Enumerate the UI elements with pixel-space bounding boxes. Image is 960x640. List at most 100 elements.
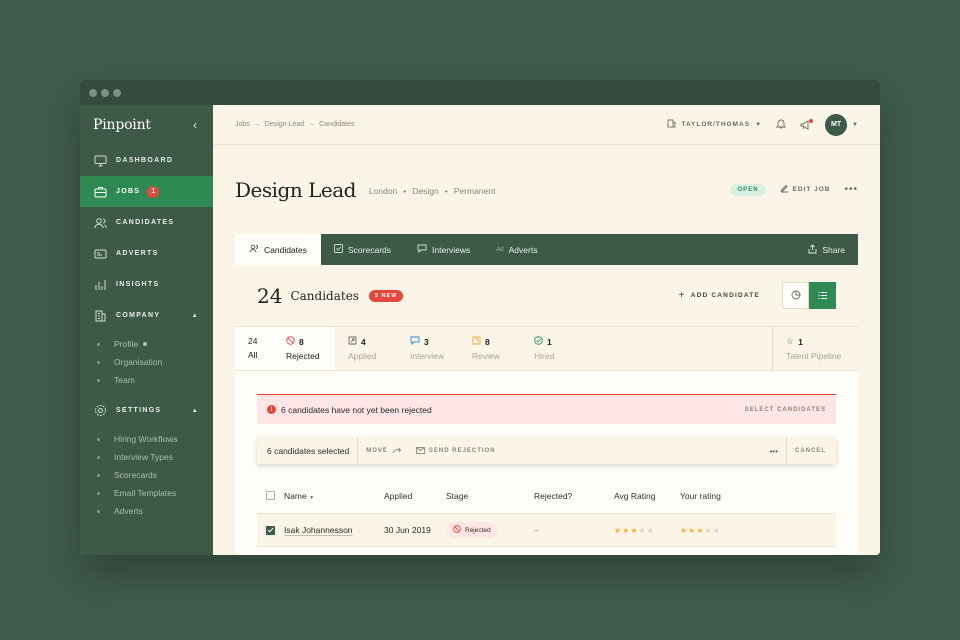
sidebar-item-label: INSIGHTS [116, 281, 160, 288]
bullet-icon [97, 455, 100, 459]
stage-interview[interactable]: 3 Interview [397, 327, 459, 370]
bullet-icon [97, 509, 100, 513]
user-menu[interactable]: MT ▼ [825, 113, 858, 136]
candidate-name-link[interactable]: Isak Johannesson [284, 525, 353, 535]
tab-adverts[interactable]: Ad Adverts [483, 234, 550, 265]
breadcrumb-design-lead[interactable]: Design Lead [265, 121, 304, 128]
tab-candidates[interactable]: Candidates [235, 234, 322, 265]
star-filled-icon: ★ [688, 526, 696, 535]
stage-all[interactable]: 24 All [235, 327, 273, 370]
add-candidate-button[interactable]: + ADD CANDIDATE [679, 290, 760, 301]
caret-up-icon: ▲ [191, 312, 199, 319]
tab-scorecards[interactable]: Scorecards [321, 234, 404, 265]
sidebar: Pinpoint ‹ DASHBOARD JOBS 1 CANDIDATES A… [80, 105, 213, 555]
sidebar-item-label: CANDIDATES [116, 219, 175, 226]
row-checkbox[interactable] [266, 525, 275, 535]
column-header-name[interactable]: Name ▼ [284, 491, 384, 501]
share-icon [808, 243, 817, 256]
topbar: Jobs → Design Lead → Candidates TAYLOR/T… [213, 105, 880, 145]
star-filled-icon: ★ [622, 526, 630, 535]
share-button[interactable]: Share [795, 234, 858, 265]
sidebar-item-adverts[interactable]: ADVERTS [80, 238, 213, 269]
column-header-your-rating[interactable]: Your rating [680, 491, 760, 501]
collapse-sidebar-icon[interactable]: ‹ [193, 118, 197, 132]
bulk-more-button[interactable]: ••• [770, 447, 778, 456]
column-header-applied[interactable]: Applied [384, 491, 446, 501]
chevron-down-icon: ▼ [852, 121, 858, 128]
ad-icon: Ad [496, 246, 504, 253]
sidebar-subitem-scorecards[interactable]: Scorecards [97, 466, 213, 484]
bullet-icon [97, 437, 100, 441]
edit-job-button[interactable]: EDIT JOB [780, 184, 831, 195]
breadcrumb-jobs[interactable]: Jobs [235, 121, 250, 128]
sidebar-subitem-team[interactable]: Team [97, 371, 213, 389]
sidebar-subitem-profile[interactable]: Profile [97, 335, 213, 353]
stage-applied[interactable]: 4 Applied [335, 327, 397, 370]
star-empty-icon: ★ [712, 526, 720, 535]
brand-logo[interactable]: Pinpoint [93, 117, 151, 133]
candidates-header: 24 Candidates 5 NEW + ADD CANDIDATE [235, 265, 858, 327]
select-candidates-button[interactable]: SELECT CANDIDATES [745, 407, 826, 413]
selected-count: 6 candidates selected [267, 446, 350, 456]
users-icon [93, 216, 107, 230]
column-header-stage[interactable]: Stage [446, 491, 534, 501]
sidebar-item-label: COMPANY [116, 312, 161, 319]
sidebar-subitem-organisation[interactable]: Organisation [97, 353, 213, 371]
stage-review[interactable]: 8 Review [459, 327, 521, 370]
tab-interviews[interactable]: Interviews [404, 234, 483, 265]
window-dot-maximize[interactable] [113, 88, 121, 97]
sidebar-subitem-interview-types[interactable]: Interview Types [97, 448, 213, 466]
bullet-icon [97, 342, 100, 346]
settings-submenu: Hiring Workflows Interview Types Scoreca… [80, 426, 213, 526]
your-rating-stars[interactable]: ★ ★ ★ ★ ★ [680, 527, 720, 535]
star-filled-icon: ★ [630, 526, 638, 535]
status-badge: OPEN [730, 183, 766, 196]
pie-chart-icon [791, 287, 801, 305]
sidebar-subitem-email-templates[interactable]: Email Templates [97, 484, 213, 502]
sidebar-item-jobs[interactable]: JOBS 1 [80, 176, 213, 207]
company-submenu: Profile Organisation Team [80, 331, 213, 395]
app-window: Pinpoint ‹ DASHBOARD JOBS 1 CANDIDATES A… [80, 80, 880, 555]
stage-talent-pipeline[interactable]: ☆ 1 Talent Pipeline [772, 327, 858, 370]
chat-icon [410, 336, 420, 347]
checkbox-icon [334, 244, 343, 255]
send-rejection-button[interactable]: SEND REJECTION [415, 446, 496, 456]
stage-hired[interactable]: 1 Hired [521, 327, 583, 370]
bell-icon[interactable] [775, 116, 787, 134]
megaphone-icon[interactable] [800, 118, 814, 130]
breadcrumb: Jobs → Design Lead → Candidates [235, 121, 355, 128]
sidebar-subitem-hiring-workflows[interactable]: Hiring Workflows [97, 430, 213, 448]
bullet-icon [97, 491, 100, 495]
sidebar-item-settings[interactable]: SETTINGS ▲ [80, 395, 213, 426]
column-header-avg-rating[interactable]: Avg Rating [614, 491, 680, 501]
chevron-down-icon: ▼ [755, 121, 763, 128]
sidebar-subitem-adverts[interactable]: Adverts [97, 502, 213, 520]
window-dot-close[interactable] [89, 88, 97, 97]
star-filled-icon: ★ [614, 526, 622, 535]
move-button[interactable]: MOVE [366, 447, 402, 456]
jobs-count-badge: 1 [147, 185, 160, 198]
sidebar-item-dashboard[interactable]: DASHBOARD [80, 145, 213, 176]
bullet-icon [97, 378, 100, 382]
sidebar-item-company[interactable]: COMPANY ▲ [80, 300, 213, 331]
table-row[interactable]: Isak Johannesson 30 Jun 2019 Rejected – … [257, 513, 836, 547]
sidebar-item-insights[interactable]: INSIGHTS [80, 269, 213, 300]
select-all-checkbox[interactable] [266, 490, 275, 500]
star-empty-icon: ★ [704, 526, 712, 535]
column-header-rejected[interactable]: Rejected? [534, 491, 614, 501]
list-view-button[interactable] [809, 282, 836, 309]
pie-view-button[interactable] [782, 282, 809, 309]
star-filled-icon: ★ [696, 526, 704, 535]
org-switcher[interactable]: TAYLOR/THOMAS ▼ [667, 119, 762, 130]
sidebar-item-label: DASHBOARD [116, 157, 174, 164]
job-more-button[interactable]: ••• [844, 184, 858, 195]
window-dot-minimize[interactable] [101, 88, 109, 97]
divider [357, 438, 359, 464]
star-empty-icon: ★ [638, 526, 646, 535]
sidebar-item-candidates[interactable]: CANDIDATES [80, 207, 213, 238]
notification-dot [809, 118, 814, 123]
envelope-icon [415, 446, 425, 456]
stage-rejected[interactable]: 8 Rejected [273, 327, 335, 370]
job-tabs: Candidates Scorecards Interviews Ad Adve… [235, 234, 858, 265]
cancel-button[interactable]: CANCEL [795, 448, 826, 454]
